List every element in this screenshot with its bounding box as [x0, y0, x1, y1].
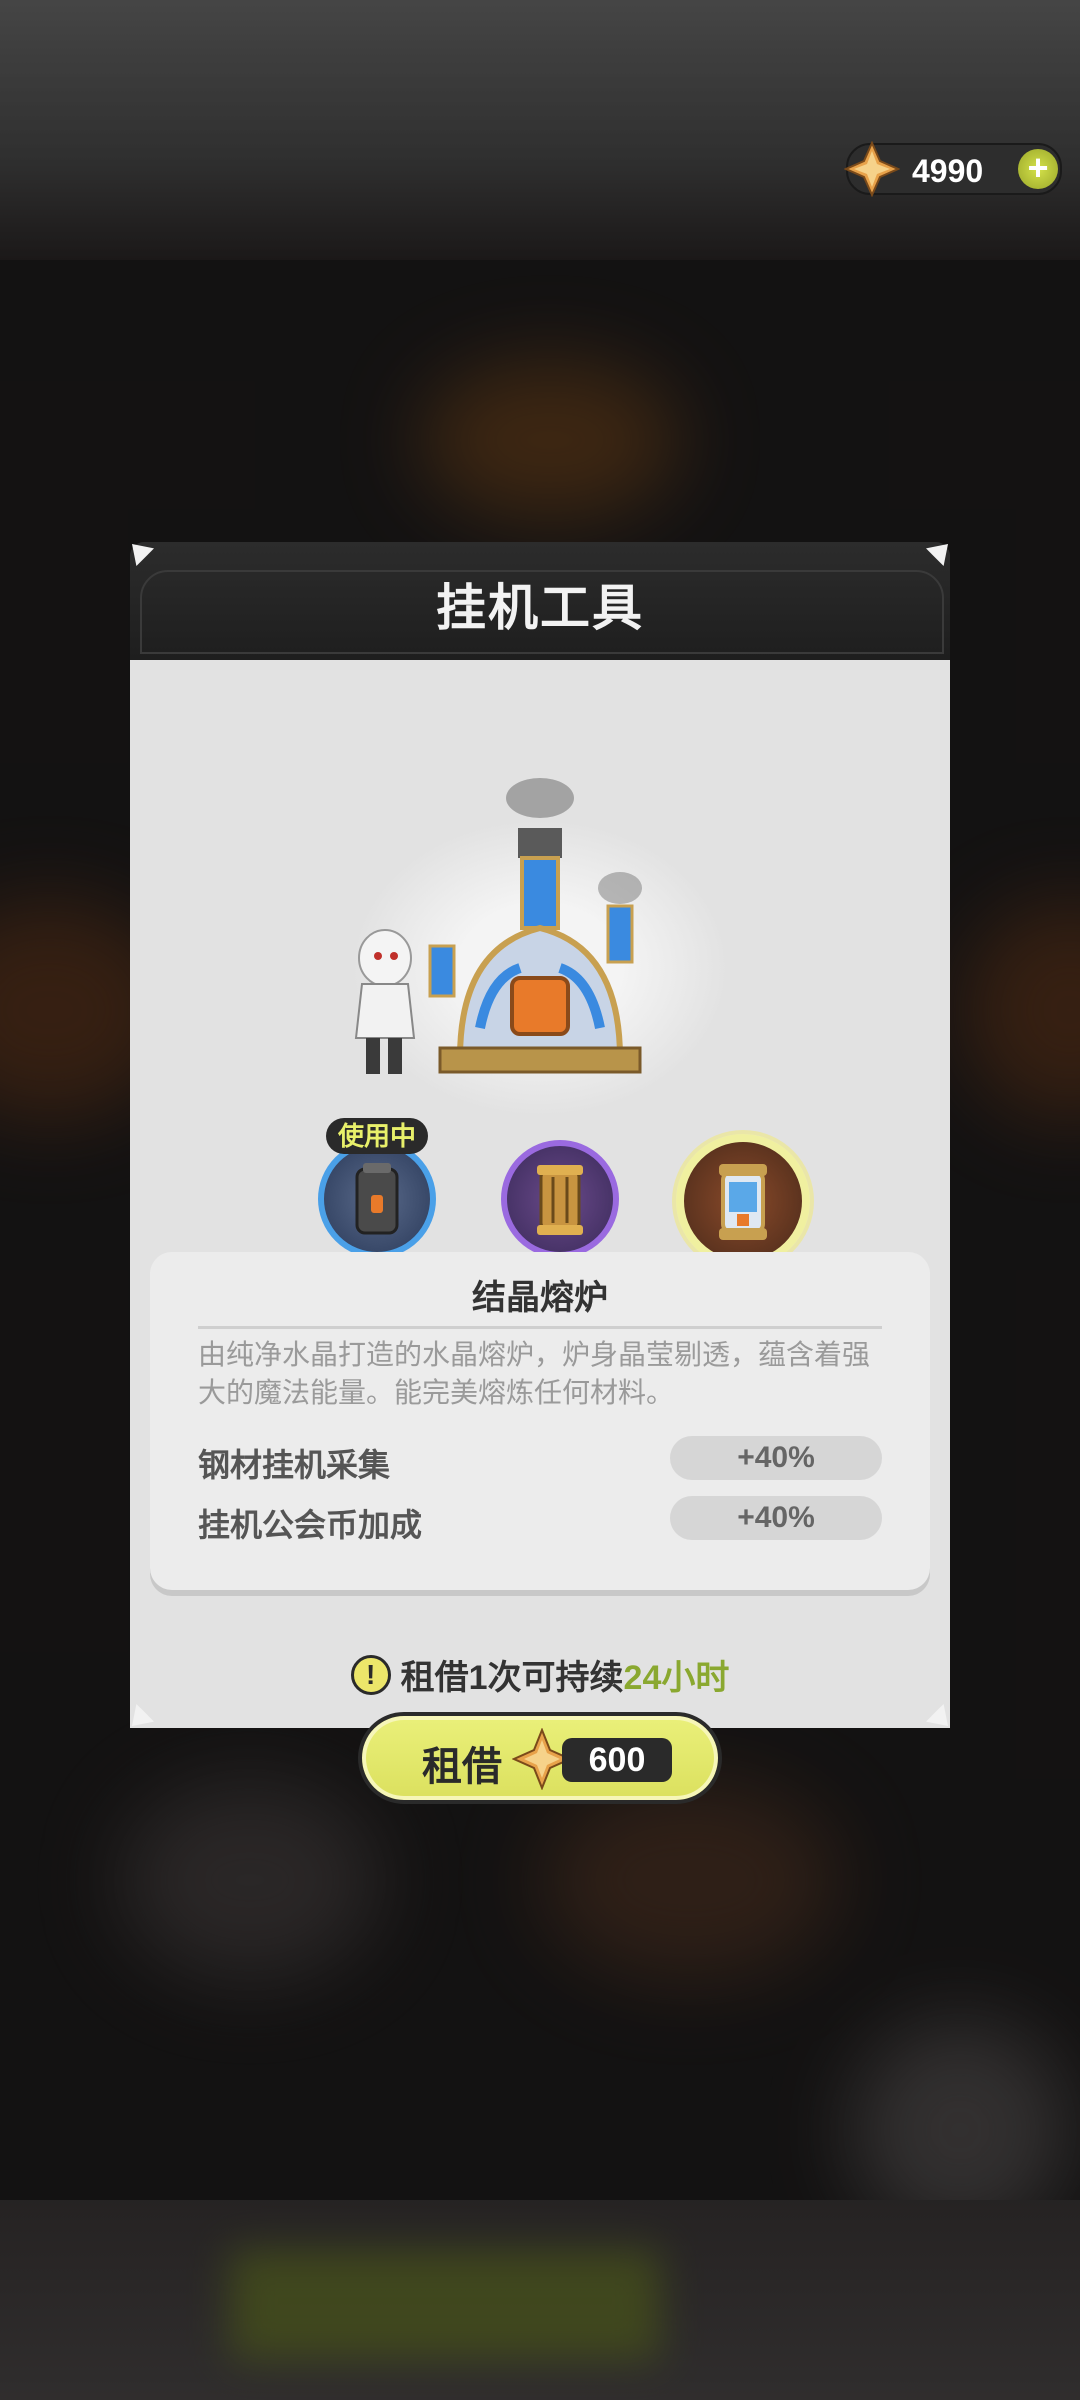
rent-price: 600	[562, 1738, 672, 1782]
stat-row: 钢材挂机采集 +40%	[198, 1436, 882, 1483]
furnace-illustration	[290, 778, 790, 1138]
exclamation-icon: !	[350, 1654, 391, 1695]
corner-ornament	[126, 538, 160, 572]
crystal-furnace-icon	[719, 1164, 767, 1240]
in-use-badge: 使用中	[326, 1118, 428, 1154]
notice-duration: 24小时	[623, 1659, 730, 1697]
tool-golden-lantern[interactable]	[501, 1140, 619, 1258]
corner-ornament	[920, 1698, 954, 1732]
currency-display: 4990 +	[844, 141, 1062, 197]
tool-info-panel: 结晶熔炉 由纯净水晶打造的水晶熔炉，炉身晶莹剔透，蕴含着强大的魔法能量。能完美熔…	[150, 1252, 930, 1590]
tool-gray-canister[interactable]	[318, 1140, 436, 1258]
currency-amount: 4990	[912, 153, 984, 189]
rent-button[interactable]: 租借 600	[358, 1712, 722, 1804]
plus-icon[interactable]: +	[1018, 149, 1058, 189]
stat-value: +40%	[670, 1436, 882, 1480]
tool-selector: 使用中	[130, 1118, 950, 1286]
dialog-title: 挂机工具	[436, 580, 644, 636]
stat-label: 钢材挂机采集	[198, 1447, 391, 1483]
stat-value: +40%	[670, 1496, 882, 1540]
crystal-gem-icon	[844, 141, 900, 197]
tool-description: 由纯净水晶打造的水晶熔炉，炉身晶莹剔透，蕴含着强大的魔法能量。能完美熔炼任何材料…	[198, 1339, 871, 1408]
dialog-body: 使用中 结晶熔炉 由纯净水晶打造的水晶熔炉，炉身晶莹剔透，蕴含着强大的魔法能量。…	[130, 660, 950, 1804]
stat-label: 挂机公会币加成	[198, 1507, 423, 1543]
tool-crystal-furnace[interactable]	[676, 1134, 810, 1268]
golden-lantern-icon	[537, 1165, 583, 1235]
notice-text: 租借1次可持续	[400, 1659, 624, 1697]
gray-canister-icon	[355, 1163, 399, 1235]
tool-name: 结晶熔炉	[472, 1279, 608, 1317]
corner-ornament	[920, 538, 954, 572]
idle-tool-dialog: 挂机工具 使用中 结晶熔炉 由纯净水晶打造的水晶熔炉，炉身晶莹剔透，蕴含着强大的…	[130, 542, 950, 1804]
rent-duration-notice: ! 租借1次可持续 24小时	[130, 1650, 950, 1700]
corner-ornament	[126, 1698, 160, 1732]
stat-row: 挂机公会币加成 +40%	[198, 1496, 882, 1543]
rent-button-label: 租借	[422, 1745, 502, 1789]
